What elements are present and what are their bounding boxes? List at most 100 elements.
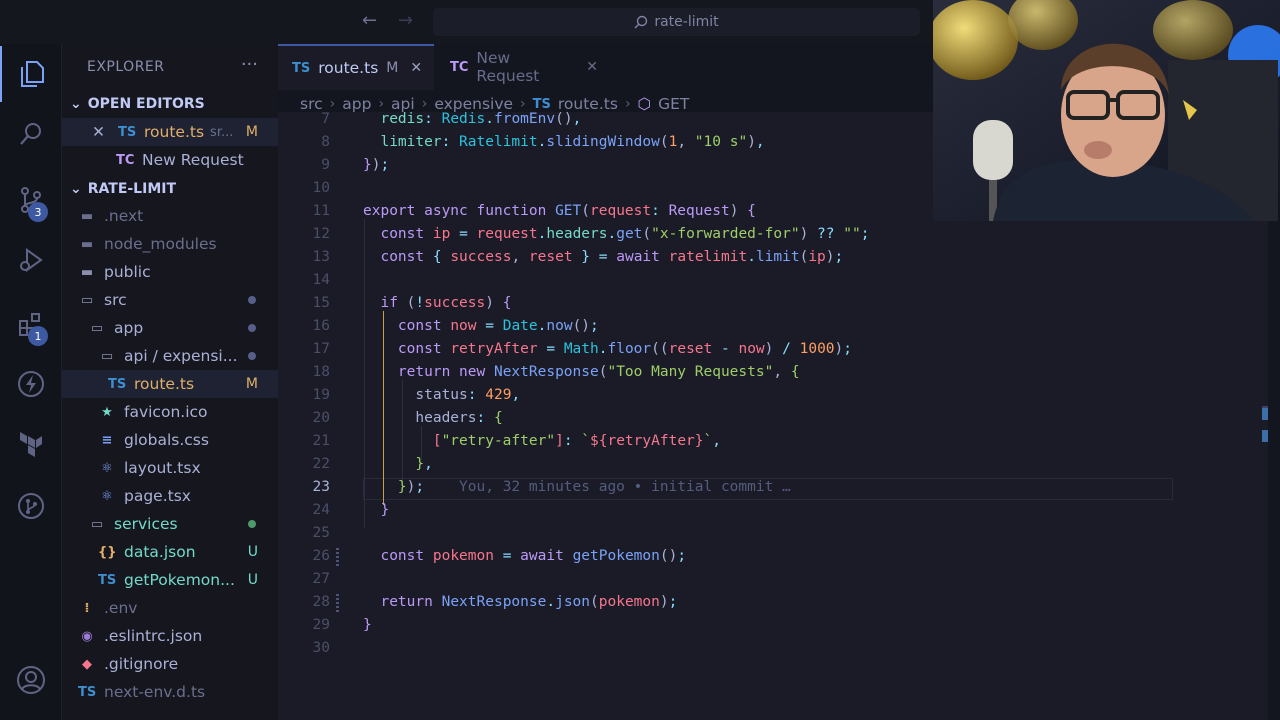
line-number: 12 [312,226,330,242]
react-icon: ⚛ [101,488,113,504]
typescript-icon: TS [98,572,117,588]
tree-item[interactable]: ★ favicon.ico [62,398,278,426]
tree-item[interactable]: ⁞ .env [62,594,278,622]
line-number: 28 [312,594,330,610]
tree-item-route[interactable]: TS route.ts M [62,370,278,398]
line-number: 11 [312,203,330,219]
search-icon[interactable] [0,106,62,162]
chevron-down-icon: ⌄ [70,96,82,112]
tree-item[interactable]: ⚛ layout.tsx [62,454,278,482]
close-icon[interactable]: ✕ [410,60,422,76]
css-icon: ≡ [101,432,113,448]
explorer-sidebar: EXPLORER ··· ⌄ OPEN EDITORS ✕ TS route.t… [62,44,278,720]
line-number: 29 [312,617,330,633]
folder-open-icon: ▭ [100,348,114,364]
editor-tabs: TS route.ts M ✕ TC New Request ✕ [278,44,933,90]
project-header[interactable]: ⌄ RATE-LIMIT [70,181,176,197]
tree-item[interactable]: TS next-env.d.ts [62,678,278,706]
tab-new-request[interactable]: TC New Request ✕ [436,44,612,90]
chevron-down-icon: ⌄ [70,181,82,197]
code-line: const { success, reset } = await ratelim… [380,249,844,265]
code-line: return NextResponse.json(pokemon); [380,594,678,610]
line-number: 14 [312,272,330,288]
tree-item[interactable]: ▭ src [62,286,278,314]
scrollbar-marker [1262,430,1268,442]
git-change-marker [336,594,339,614]
tree-item[interactable]: ▭ services [62,510,278,538]
close-icon[interactable]: ✕ [92,123,118,141]
tree-item[interactable]: ⚛ page.tsx [62,482,278,510]
line-number: 23 [312,479,330,495]
line-number: 7 [321,112,330,127]
code-line: }); [363,157,390,173]
open-editors-header[interactable]: ⌄ OPEN EDITORS [70,96,205,112]
arrow-right-icon[interactable]: → [398,10,413,31]
line-number: 19 [312,387,330,403]
line-number: 30 [312,640,330,656]
line-number: 15 [312,295,330,311]
code-line: headers: { [415,410,503,426]
typescript-icon: TS [292,60,311,76]
tree-item[interactable]: ▬ .next [62,202,278,230]
line-number: 17 [312,341,330,357]
line-number: 25 [312,525,330,541]
explorer-icon[interactable] [0,46,62,102]
code-line: ["retry-after"]: `${retryAfter}`, [432,433,721,449]
line-number: 9 [321,157,330,173]
line-number: 20 [312,410,330,426]
code-line: if (!success) { [380,295,512,311]
tree-item[interactable]: TS getPokemon... U [62,566,278,594]
scrollbar-marker [1262,408,1268,420]
folder-icon: ▬ [80,208,94,224]
code-line: const retryAfter = Math.floor((reset - n… [397,341,852,357]
typescript-icon: TS [108,376,127,392]
tree-item[interactable]: ▬ node_modules [62,230,278,258]
code-line: const ip = request.headers.get("x-forwar… [380,226,870,242]
tree-item[interactable]: ≡ globals.css [62,426,278,454]
line-number: 13 [312,249,330,265]
open-editor-route[interactable]: ✕ TS route.ts sr... M [62,118,278,146]
tree-item[interactable]: ▭ api / expensi... [62,342,278,370]
code-line: } [380,502,390,518]
git-graph-icon[interactable] [0,478,62,534]
tree-item[interactable]: ▬ public [62,258,278,286]
arrow-left-icon[interactable]: ← [362,10,377,31]
terraform-icon[interactable] [0,416,62,472]
close-icon[interactable]: ✕ [586,59,598,75]
thunder-client-icon[interactable] [0,356,62,412]
tree-item[interactable]: {} data.json U [62,538,278,566]
tree-item[interactable]: ◆ .gitignore [62,650,278,678]
line-number: 10 [312,180,330,196]
folder-icon: ▬ [80,236,94,252]
run-debug-icon[interactable] [0,232,62,288]
favicon-icon: ★ [101,404,113,420]
line-number: 27 [312,571,330,587]
open-editor-new-request[interactable]: TC New Request [62,146,278,174]
thunder-client-icon: TC [450,59,469,75]
line-number: 21 [312,433,330,449]
tree-item[interactable]: ▭ app [62,314,278,342]
command-center-search[interactable]: rate-limit [433,8,920,36]
source-control-icon[interactable]: 3 [0,172,62,228]
line-number: 18 [312,364,330,380]
folder-open-icon: ▭ [90,516,104,532]
account-icon[interactable] [0,652,62,708]
sidebar-title: EXPLORER [87,59,165,75]
git-icon: ◆ [82,656,92,672]
scm-badge: 3 [28,202,48,222]
command-center-text: rate-limit [654,14,719,30]
more-actions-icon[interactable]: ··· [241,54,258,75]
code-line: const now = Date.now(); [397,318,599,334]
tab-route[interactable]: TS route.ts M ✕ [278,44,434,90]
folder-icon: ▬ [80,264,94,280]
line-number: 26 [312,548,330,564]
activity-bar: 3 1 [0,44,62,720]
folder-open-icon: ▭ [80,292,94,308]
typescript-icon: TS [118,124,137,140]
code-line: return new NextResponse("Too Many Reques… [397,364,800,380]
git-change-marker [336,548,339,568]
line-number: 24 [312,502,330,518]
line-number: 8 [321,134,330,150]
tree-item[interactable]: ◉ .eslintrc.json [62,622,278,650]
extensions-icon[interactable]: 1 [0,296,62,352]
